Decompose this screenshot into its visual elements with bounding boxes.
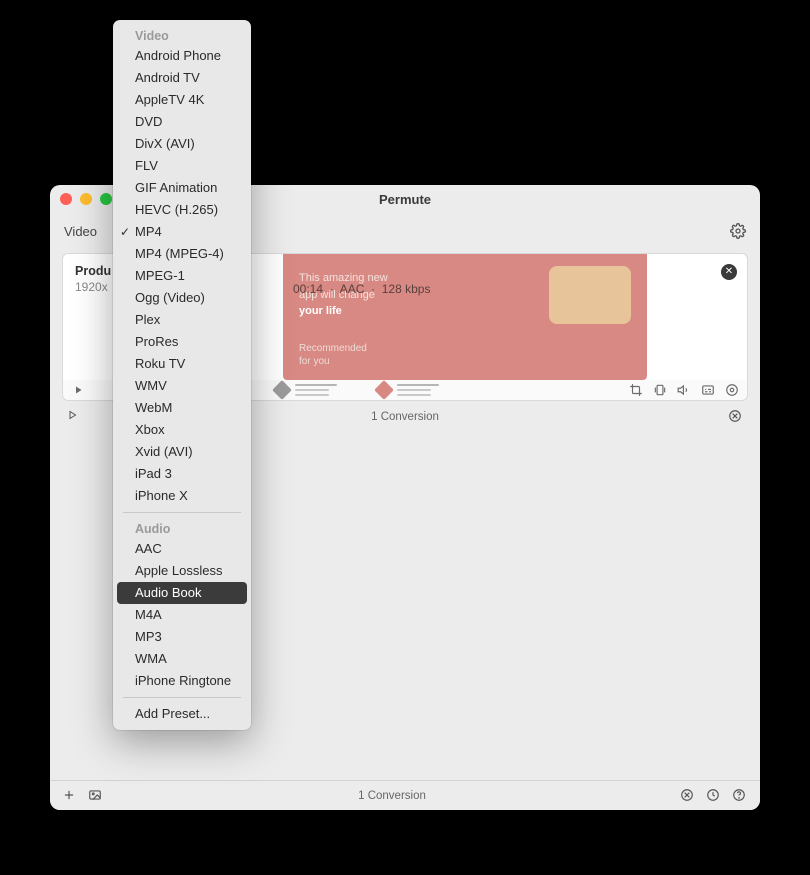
settings-icon[interactable] <box>725 383 739 397</box>
window-controls <box>60 193 112 205</box>
menu-item[interactable]: Android Phone <box>113 45 251 67</box>
menu-item[interactable]: WebM <box>113 397 251 419</box>
menu-item[interactable]: Plex <box>113 309 251 331</box>
trim-icon[interactable] <box>653 383 667 397</box>
zoom-window-button[interactable] <box>100 193 112 205</box>
file-audio-codec: AAC <box>340 282 365 296</box>
menu-separator <box>123 512 241 513</box>
menu-section-video: Video <box>113 25 251 45</box>
menu-item[interactable]: iPhone X <box>113 485 251 507</box>
subtitle-icon[interactable] <box>701 383 715 397</box>
menu-item[interactable]: ProRes <box>113 331 251 353</box>
image-icon[interactable] <box>88 788 104 804</box>
minimize-window-button[interactable] <box>80 193 92 205</box>
menu-item[interactable]: FLV <box>113 155 251 177</box>
menu-item[interactable]: Android TV <box>113 67 251 89</box>
menu-item-add-preset[interactable]: Add Preset... <box>113 703 251 725</box>
menu-item[interactable]: HEVC (H.265) <box>113 199 251 221</box>
menu-section-audio: Audio <box>113 518 251 538</box>
menu-item[interactable]: Audio Book <box>117 582 247 604</box>
file-duration: 00:14 <box>293 282 323 296</box>
help-icon[interactable] <box>732 788 748 804</box>
menu-item[interactable]: AAC <box>113 538 251 560</box>
menu-separator <box>123 697 241 698</box>
footer: 1 Conversion <box>50 780 760 810</box>
scrub-thumb-1 <box>275 383 337 397</box>
clear-conversions-icon[interactable] <box>728 409 744 425</box>
menu-item[interactable]: DivX (AVI) <box>113 133 251 155</box>
menu-item[interactable]: Apple Lossless <box>113 560 251 582</box>
play-icon[interactable] <box>71 383 85 397</box>
menu-item[interactable]: DVD <box>113 111 251 133</box>
menu-item[interactable]: M4A <box>113 604 251 626</box>
add-file-button[interactable] <box>62 788 78 804</box>
menu-item[interactable]: Ogg (Video) <box>113 287 251 309</box>
menu-item[interactable]: AppleTV 4K <box>113 89 251 111</box>
menu-item[interactable]: MP4 (MPEG-4) <box>113 243 251 265</box>
format-dropdown-label[interactable]: Video <box>64 224 97 239</box>
menu-item[interactable]: GIF Animation <box>113 177 251 199</box>
close-window-button[interactable] <box>60 193 72 205</box>
remove-file-button[interactable]: ✕ <box>721 264 737 280</box>
cancel-icon[interactable] <box>680 788 696 804</box>
video-preview: This amazing new app will change your li… <box>283 254 647 380</box>
menu-item[interactable]: WMV <box>113 375 251 397</box>
format-dropdown-menu: Video Android PhoneAndroid TVAppleTV 4KD… <box>113 20 251 730</box>
crop-icon[interactable] <box>629 383 643 397</box>
menu-item[interactable]: Roku TV <box>113 353 251 375</box>
preview-thumbnail <box>549 266 631 324</box>
volume-icon[interactable] <box>677 383 691 397</box>
history-icon[interactable] <box>706 788 722 804</box>
menu-item[interactable]: MPEG-1 <box>113 265 251 287</box>
menu-item[interactable]: Xbox <box>113 419 251 441</box>
footer-status: 1 Conversion <box>114 790 670 802</box>
scrub-thumb-2 <box>377 383 439 397</box>
gear-icon[interactable] <box>730 223 746 239</box>
menu-item[interactable]: MP4 <box>113 221 251 243</box>
menu-item[interactable]: Xvid (AVI) <box>113 441 251 463</box>
play-all-icon[interactable] <box>66 409 82 425</box>
menu-item[interactable]: WMA <box>113 648 251 670</box>
menu-item[interactable]: MP3 <box>113 626 251 648</box>
file-bitrate: 128 kbps <box>382 282 431 296</box>
menu-item[interactable]: iPhone Ringtone <box>113 670 251 692</box>
menu-item[interactable]: iPad 3 <box>113 463 251 485</box>
